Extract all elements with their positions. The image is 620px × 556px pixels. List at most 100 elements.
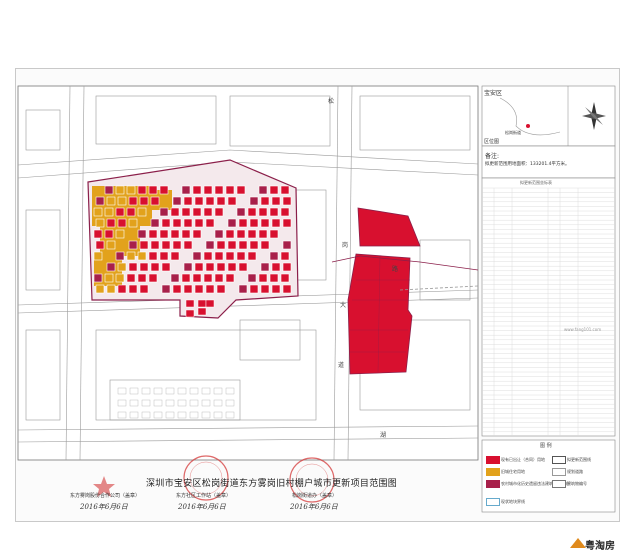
place-label: 松岗街道 (505, 130, 521, 135)
land-plot (236, 229, 246, 239)
land-plot (106, 284, 116, 294)
land-plot (128, 218, 138, 228)
road-label: 大 (340, 302, 347, 309)
signature-org: 东方社区工作站（盖章） (176, 493, 232, 499)
district-label: 宝安区 (484, 90, 503, 97)
land-plot (203, 207, 213, 217)
land-plot (282, 240, 292, 250)
land-plot (280, 207, 290, 217)
land-plot (269, 273, 279, 283)
land-plot (93, 273, 103, 283)
location-marker (526, 124, 530, 128)
land-plot (139, 240, 149, 250)
land-plot (249, 240, 259, 250)
land-plot (139, 262, 149, 272)
land-plot (148, 185, 158, 195)
land-plot (93, 207, 103, 217)
land-plot (238, 218, 248, 228)
legend-label: 现状地块界线 (501, 499, 525, 504)
land-plot (137, 273, 147, 283)
legend-swatch (552, 456, 566, 464)
land-plot (260, 196, 270, 206)
land-plot (192, 251, 202, 261)
land-plot (282, 284, 292, 294)
land-plot (115, 229, 125, 239)
land-plot (181, 273, 191, 283)
watermark-url: www.fang101.com (564, 327, 602, 332)
land-plot (161, 262, 171, 272)
road-label: 道 (338, 362, 345, 369)
land-plot (159, 251, 169, 261)
land-plot (247, 229, 257, 239)
land-plot (95, 284, 105, 294)
land-plot (269, 229, 279, 239)
notes-heading: 备注: (485, 153, 500, 160)
urban-renewal-map (17, 85, 616, 548)
land-plot (194, 284, 204, 294)
land-plot (269, 185, 279, 195)
land-plot (95, 240, 105, 250)
table-heading: 拟更新范围坐标表 (520, 180, 552, 185)
land-plot (203, 273, 213, 283)
land-plot (128, 196, 138, 206)
road-label: 路 (392, 266, 399, 273)
land-plot (236, 185, 246, 195)
land-plot (139, 284, 149, 294)
land-plot (238, 262, 248, 272)
land-plot (205, 299, 215, 308)
legal-land-parcel-east-south (347, 253, 413, 375)
land-plot (115, 273, 125, 283)
land-plot (95, 218, 105, 228)
land-plot (227, 240, 237, 250)
land-plot (247, 207, 257, 217)
watermark-text: 粤淘房 (585, 541, 615, 552)
land-plot (150, 196, 160, 206)
land-plot (258, 229, 268, 239)
legend-title: 图 例 (540, 443, 552, 449)
coordinate-table (481, 177, 616, 437)
land-plot (225, 273, 235, 283)
land-plot (249, 196, 259, 206)
land-plot (216, 284, 226, 294)
land-plot (115, 207, 125, 217)
land-plot (183, 218, 193, 228)
land-plot (106, 240, 116, 250)
land-plot (236, 207, 246, 217)
land-plot (115, 251, 125, 261)
land-plot (282, 262, 292, 272)
land-plot (205, 262, 215, 272)
land-plot (214, 229, 224, 239)
land-plot (106, 262, 116, 272)
land-plot (216, 262, 226, 272)
land-plot (117, 196, 127, 206)
land-plot (227, 218, 237, 228)
legend-swatch (552, 468, 566, 476)
land-plot (258, 185, 268, 195)
land-plot (95, 196, 105, 206)
land-plot (161, 284, 171, 294)
land-plot (106, 218, 116, 228)
land-plot (238, 240, 248, 250)
land-plot (205, 218, 215, 228)
land-plot (104, 185, 114, 195)
land-plot (216, 196, 226, 206)
land-plot (93, 229, 103, 239)
legend-swatch (486, 456, 500, 464)
land-plot (194, 218, 204, 228)
land-plot (137, 185, 147, 195)
land-plot (260, 240, 270, 250)
land-plot (260, 284, 270, 294)
land-plot (249, 218, 259, 228)
land-plot (106, 196, 116, 206)
land-plot (126, 207, 136, 217)
land-plot (214, 273, 224, 283)
land-plot (172, 240, 182, 250)
land-plot (185, 309, 195, 318)
house-icon (570, 538, 586, 548)
legend-label: 规划道路 (567, 469, 583, 474)
land-plot (137, 229, 147, 239)
land-plot (148, 273, 158, 283)
land-plot (192, 207, 202, 217)
land-plot (227, 196, 237, 206)
land-plot (192, 185, 202, 195)
